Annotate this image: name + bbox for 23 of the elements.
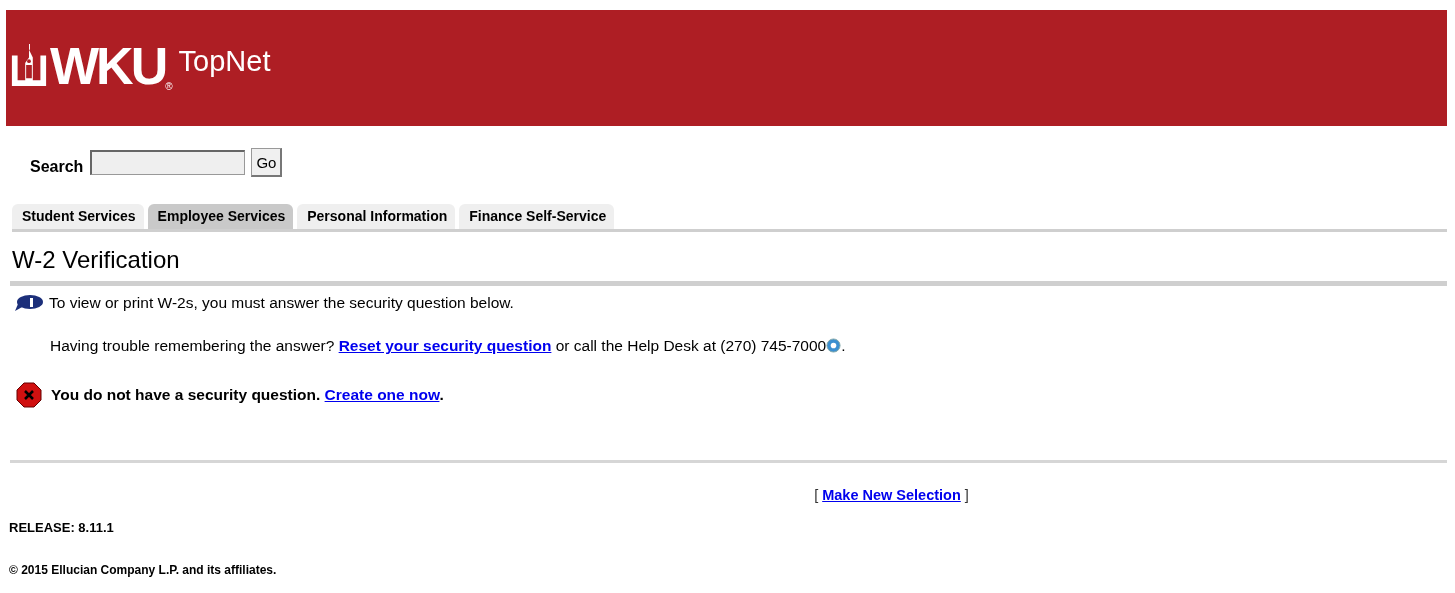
create-one-now-link[interactable]: Create one now <box>324 386 440 403</box>
error-icon <box>16 382 42 408</box>
error-message: You do not have a security question. Create one now. <box>51 386 444 404</box>
page-title: W-2 Verification <box>12 246 181 274</box>
make-new-selection-link[interactable]: Make New Selection <box>822 487 961 503</box>
tab[interactable]: Student Services <box>12 204 144 229</box>
app-title: TopNet <box>178 44 271 78</box>
go-button[interactable]: Go <box>251 148 283 177</box>
logo-text: WKU <box>50 40 166 92</box>
search-label: Search <box>30 157 84 176</box>
tab[interactable]: Finance Self-Service <box>459 204 615 229</box>
tab[interactable]: Personal Information <box>297 204 456 229</box>
info-message: To view or print W-2s, you must answer the security question below. <box>49 294 514 312</box>
info-icon <box>14 294 44 312</box>
tab[interactable]: Employee Services <box>147 204 294 229</box>
copyright-text: © 2015 Ellucian Company L.P. and its affiliates. <box>9 563 278 577</box>
reset-security-question-link[interactable]: Reset your security question <box>338 337 552 354</box>
search-field[interactable] <box>90 150 246 175</box>
release-text: RELEASE: 8.11.1 <box>9 520 115 535</box>
tower-icon <box>10 42 48 88</box>
registered-mark: ® <box>165 81 173 92</box>
help-text: Having trouble remembering the answer? Reset your security question or call the Help Desk at (270) 745-7000 . <box>50 337 847 355</box>
make-new-selection: [ Make New Selection ] <box>814 487 969 503</box>
